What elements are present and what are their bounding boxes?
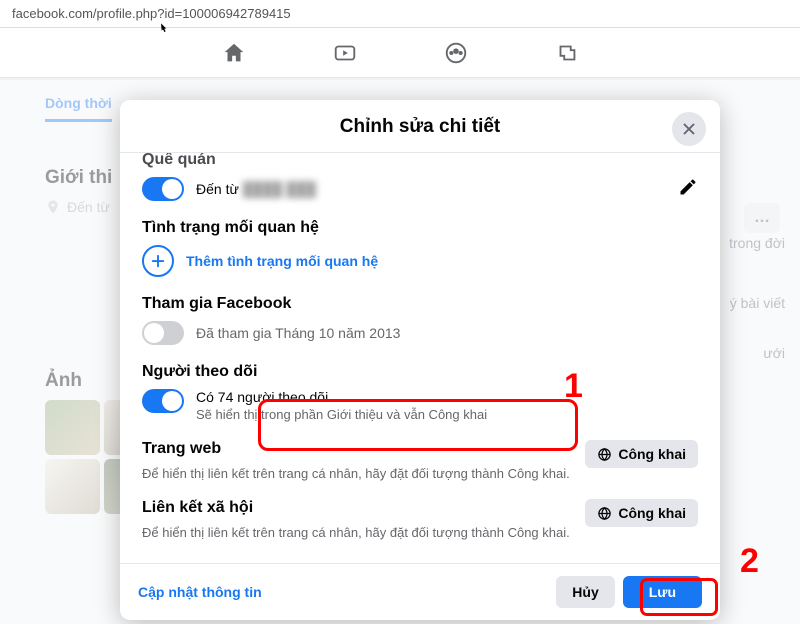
gaming-icon[interactable] bbox=[554, 40, 580, 66]
annotation-2: 2 bbox=[740, 542, 759, 581]
update-info-link[interactable]: Cập nhật thông tin bbox=[138, 584, 262, 600]
globe-icon bbox=[597, 447, 612, 462]
close-icon bbox=[680, 120, 698, 138]
globe-icon bbox=[597, 506, 612, 521]
followers-text: Có 74 người theo dõi bbox=[196, 389, 487, 405]
annotation-1: 1 bbox=[564, 367, 583, 406]
website-desc: Để hiển thị liên kết trên trang cá nhân,… bbox=[142, 466, 698, 481]
cancel-button[interactable]: Hủy bbox=[556, 576, 614, 608]
home-icon[interactable] bbox=[221, 40, 247, 66]
edit-hometown-button[interactable] bbox=[678, 177, 698, 202]
website-privacy-button[interactable]: Công khai bbox=[585, 440, 698, 468]
hometown-text: Đến từ ████ ███ bbox=[196, 181, 316, 197]
url-bar: facebook.com/profile.php?id=100006942789… bbox=[0, 0, 800, 28]
modal-header: Chỉnh sửa chi tiết bbox=[120, 100, 720, 153]
modal-footer: Cập nhật thông tin Hủy Lưu bbox=[120, 563, 720, 620]
hometown-toggle[interactable] bbox=[142, 177, 184, 201]
save-button[interactable]: Lưu bbox=[623, 576, 702, 608]
joined-text: Đã tham gia Tháng 10 năm 2013 bbox=[196, 325, 400, 341]
modal-body: Quê quán Đến từ ████ ███ Tình trạng mối … bbox=[120, 153, 720, 563]
followers-subtext: Sẽ hiển thị trong phần Giới thiệu và vẫn… bbox=[196, 407, 487, 422]
followers-heading: Người theo dõi bbox=[142, 363, 698, 381]
joined-heading: Tham gia Facebook bbox=[142, 295, 698, 313]
hometown-heading: Quê quán bbox=[142, 153, 698, 169]
top-nav bbox=[0, 28, 800, 78]
modal-title: Chỉnh sửa chi tiết bbox=[140, 116, 700, 138]
social-privacy-button[interactable]: Công khai bbox=[585, 499, 698, 527]
close-button[interactable] bbox=[672, 112, 706, 146]
plus-circle-icon bbox=[142, 245, 174, 277]
add-relationship-button[interactable]: Thêm tình trạng mối quan hệ bbox=[142, 245, 698, 277]
add-relationship-label: Thêm tình trạng mối quan hệ bbox=[186, 253, 378, 269]
relationship-heading: Tình trạng mối quan hệ bbox=[142, 219, 698, 237]
followers-toggle[interactable] bbox=[142, 389, 184, 413]
edit-details-modal: Chỉnh sửa chi tiết Quê quán Đến từ ████ … bbox=[120, 100, 720, 620]
watch-icon[interactable] bbox=[332, 40, 358, 66]
social-desc: Để hiển thị liên kết trên trang cá nhân,… bbox=[142, 525, 698, 540]
groups-icon[interactable] bbox=[443, 40, 469, 66]
pencil-icon bbox=[678, 177, 698, 197]
joined-toggle[interactable] bbox=[142, 321, 184, 345]
cursor-pointer-icon bbox=[155, 22, 171, 43]
